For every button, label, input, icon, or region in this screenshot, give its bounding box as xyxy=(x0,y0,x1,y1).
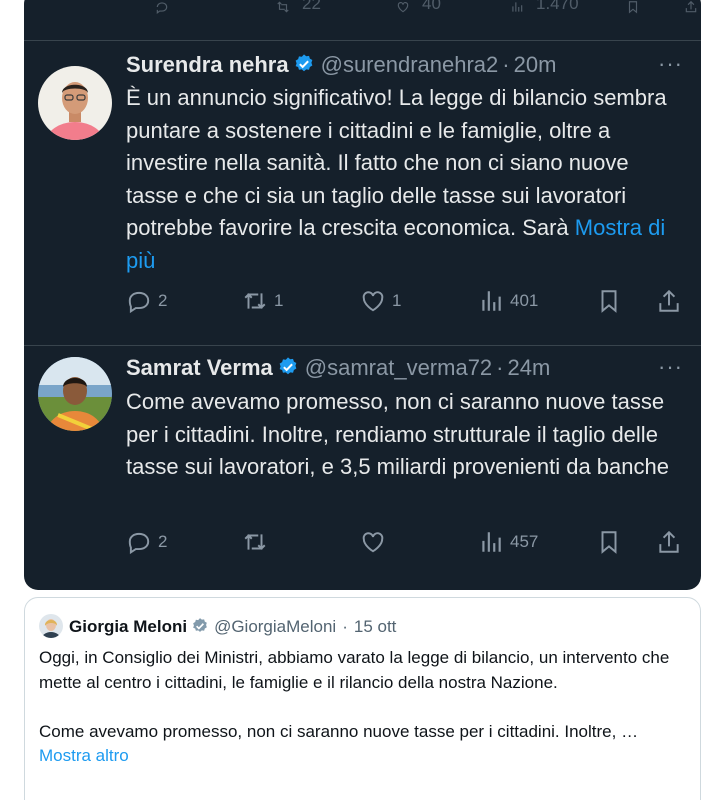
quoted-tweet-text: Oggi, in Consiglio dei Ministri, abbiamo… xyxy=(39,646,689,769)
reply-count: 2 xyxy=(158,291,168,310)
views-button[interactable]: 457 xyxy=(478,527,538,557)
separator-dot: · xyxy=(502,52,510,77)
reply-button[interactable]: 2 xyxy=(126,286,167,316)
like-button[interactable] xyxy=(360,527,392,557)
avatar[interactable] xyxy=(38,66,112,140)
view-count: 457 xyxy=(510,532,539,551)
reply-button[interactable]: 2 xyxy=(126,527,167,557)
views-icon[interactable] xyxy=(506,0,528,14)
share-button[interactable] xyxy=(656,286,688,316)
bookmark-icon[interactable] xyxy=(622,0,644,14)
reply-icon xyxy=(128,291,150,314)
views-icon xyxy=(482,532,501,552)
retweet-button[interactable]: 1 xyxy=(242,286,283,316)
reply-count: 2 xyxy=(158,532,168,551)
more-icon[interactable]: ··· xyxy=(658,51,683,77)
retweet-button[interactable] xyxy=(242,527,274,557)
retweet-icon xyxy=(244,293,266,309)
bookmark-button[interactable] xyxy=(596,286,628,316)
tweet-header: Surendra nehra @surendranehra2 · 20m xyxy=(126,51,556,79)
bookmark-button[interactable] xyxy=(596,527,628,557)
more-icon[interactable]: ··· xyxy=(658,354,683,380)
tweet-actions: 2 457 xyxy=(126,527,686,557)
author-name[interactable]: Samrat Verma xyxy=(126,355,273,380)
timestamp[interactable]: 15 ott xyxy=(354,617,397,636)
views-icon xyxy=(482,291,501,311)
author-handle[interactable]: @samrat_verma72 xyxy=(305,355,492,380)
timestamp[interactable]: 24m xyxy=(508,355,551,380)
like-icon[interactable] xyxy=(392,0,414,14)
retweet-icon[interactable] xyxy=(272,0,294,14)
like-count: 1 xyxy=(392,291,402,310)
tweet-body-text: Come avevamo promesso, non ci saranno nu… xyxy=(126,389,669,479)
author-handle[interactable]: @GiorgiaMeloni xyxy=(214,617,336,636)
quoted-paragraph: Come avevamo promesso, non ci saranno nu… xyxy=(39,721,639,741)
quoted-paragraph: Oggi, in Consiglio dei Ministri, abbiamo… xyxy=(39,648,670,692)
bookmark-icon xyxy=(601,531,617,554)
author-name[interactable]: Giorgia Meloni xyxy=(69,617,187,636)
reply-icon xyxy=(128,532,150,555)
view-count: 401 xyxy=(510,291,539,310)
avatar[interactable] xyxy=(39,614,63,638)
tweet-samrat[interactable]: Samrat Verma @samrat_verma72 · 24m ··· Come… xyxy=(24,345,701,590)
previous-like-count: 40 xyxy=(422,0,441,13)
tweet-surendra[interactable]: Surendra nehra @surendranehra2 · 20m ··· È … xyxy=(24,40,701,345)
quoted-tweet-header: Giorgia Meloni @GiorgiaMeloni · 15 ott xyxy=(39,614,396,638)
reply-icon[interactable] xyxy=(152,0,172,14)
previous-view-count: 1.470 xyxy=(536,0,579,13)
author-name[interactable]: Surendra nehra xyxy=(126,52,289,77)
views-button[interactable]: 401 xyxy=(478,286,538,316)
like-icon xyxy=(362,532,384,553)
share-button[interactable] xyxy=(656,527,688,557)
quoted-tweet[interactable]: Giorgia Meloni @GiorgiaMeloni · 15 ott Oggi… xyxy=(24,597,701,800)
avatar[interactable] xyxy=(38,357,112,431)
verified-badge-icon xyxy=(279,357,297,375)
previous-tweet-actions: 22 40 1.470 xyxy=(24,0,701,26)
share-icon[interactable] xyxy=(680,0,701,14)
share-icon xyxy=(659,530,679,553)
timestamp[interactable]: 20m xyxy=(514,52,557,77)
bookmark-icon xyxy=(601,290,617,313)
author-handle[interactable]: @surendranehra2 xyxy=(321,52,499,77)
retweet-icon xyxy=(244,534,266,550)
separator-dot: · xyxy=(496,355,504,380)
tweet-header: Samrat Verma @samrat_verma72 · 24m xyxy=(126,354,550,382)
tweet-text: Come avevamo promesso, non ci saranno nu… xyxy=(126,386,686,484)
retweet-count: 1 xyxy=(274,291,284,310)
verified-badge-icon xyxy=(193,618,207,632)
tweet-actions: 2 1 1 401 xyxy=(126,286,686,316)
tweet-thread-card: 22 40 1.470 Surendra nehra @surendranehra… xyxy=(24,0,701,590)
verified-badge-icon xyxy=(295,54,312,72)
like-icon xyxy=(362,291,384,312)
tweet-text: È un annuncio significativo! La legge di… xyxy=(126,82,686,277)
share-icon xyxy=(659,289,679,312)
like-button[interactable]: 1 xyxy=(360,286,401,316)
separator-dot: · xyxy=(342,617,348,636)
previous-retweet-count: 22 xyxy=(302,0,321,13)
show-more-link[interactable]: Mostra altro xyxy=(39,746,129,765)
